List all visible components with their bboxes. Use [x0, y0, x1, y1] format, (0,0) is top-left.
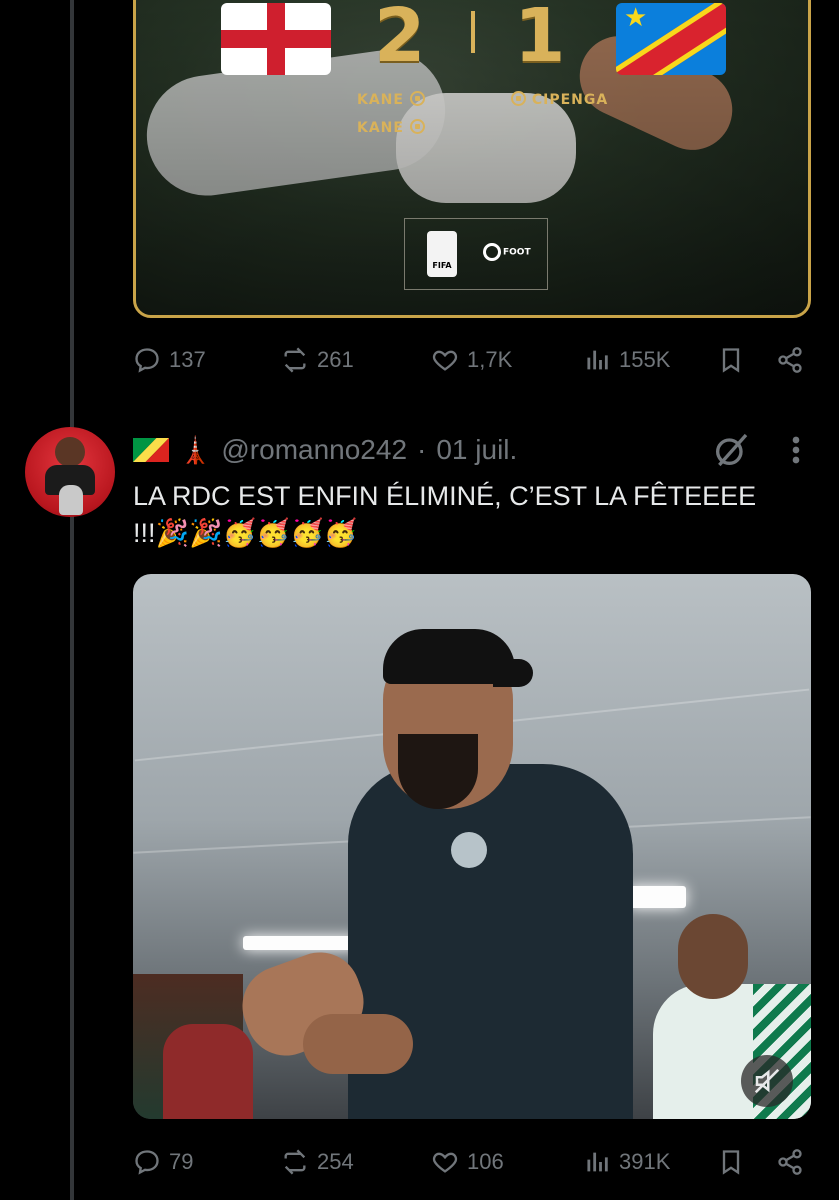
views-button[interactable]: 155K — [583, 346, 670, 374]
thread-line — [70, 0, 74, 1200]
bookmark-icon — [722, 1150, 740, 1175]
retweet-icon — [284, 1149, 306, 1175]
england-flag — [221, 3, 331, 75]
tweet2-actions: 79 254 106 391K — [133, 1142, 811, 1182]
soccer-ball-icon — [409, 91, 425, 106]
tower-icon: 🗼 — [179, 434, 212, 465]
away-scorer: CIPENGA — [511, 91, 608, 108]
like-count: 106 — [467, 1149, 504, 1174]
views-count: 391K — [619, 1149, 671, 1174]
tweet1-actions: 137 261 1,7K 155K — [133, 340, 811, 380]
views-icon — [587, 1152, 608, 1172]
soccer-ball-icon — [409, 119, 425, 134]
views-icon — [587, 350, 608, 370]
retweet-count: 261 — [317, 347, 354, 372]
soccer-ball-icon — [511, 91, 526, 106]
fifa-logo: FIFA — [427, 231, 457, 277]
share-button[interactable] — [776, 1148, 804, 1176]
like-count: 1,7K — [467, 347, 513, 372]
match-score-image[interactable]: ★ 2 1 KANE KANE CIPENGA FIFA FOOT — [133, 0, 811, 318]
retweet-button[interactable]: 261 — [281, 346, 354, 374]
like-icon — [432, 1152, 458, 1173]
reply-count: 79 — [169, 1149, 194, 1174]
tweet2-header: 🗼 @romanno242 · 01 juil. — [133, 430, 517, 470]
bookmark-button[interactable] — [717, 1148, 745, 1176]
drc-flag: ★ — [616, 3, 726, 75]
share-icon — [778, 347, 802, 373]
tweet-video[interactable] — [133, 574, 811, 1119]
home-scorer: KANE — [357, 119, 425, 136]
share-button[interactable] — [776, 346, 804, 374]
retweet-button[interactable]: 254 — [281, 1148, 354, 1176]
separator-dot: · — [417, 434, 427, 465]
ceiling-light — [628, 886, 686, 908]
retweet-count: 254 — [317, 1149, 354, 1174]
retweet-icon — [284, 347, 306, 373]
reply-button[interactable]: 137 — [133, 346, 206, 374]
like-button[interactable]: 1,7K — [431, 346, 512, 374]
away-score: 1 — [514, 0, 566, 79]
reply-icon — [135, 348, 159, 373]
mute-icon — [754, 1068, 780, 1094]
trophy — [59, 485, 83, 515]
views-button[interactable]: 391K — [583, 1148, 670, 1176]
share-icon — [778, 1149, 802, 1175]
home-scorer: KANE — [357, 91, 425, 108]
ceiling-light — [243, 936, 358, 950]
reply-icon — [135, 1150, 159, 1175]
logo-box: FIFA FOOT — [404, 218, 548, 290]
home-score: 2 — [374, 0, 426, 79]
reply-count: 137 — [169, 347, 206, 372]
avatar[interactable] — [25, 427, 115, 517]
like-icon — [432, 350, 458, 371]
bookmark-icon — [722, 348, 740, 373]
score-separator — [471, 11, 475, 53]
tweet-text: LA RDC EST ENFIN ÉLIMINÉ, C’EST LA FÊTEE… — [133, 481, 757, 548]
congo-flag-icon — [133, 438, 169, 462]
like-button[interactable]: 106 — [431, 1148, 504, 1176]
more-icon[interactable] — [786, 430, 806, 470]
tweet-date[interactable]: 01 juil. — [436, 434, 517, 466]
user-handle[interactable]: @romanno242 — [221, 434, 407, 466]
views-count: 155K — [619, 347, 671, 372]
foot-logo: FOOT — [483, 243, 531, 261]
mute-button[interactable] — [741, 1055, 793, 1107]
reply-button[interactable]: 79 — [133, 1148, 193, 1176]
grok-icon[interactable] — [711, 430, 751, 470]
bookmark-button[interactable] — [717, 346, 745, 374]
cap — [383, 629, 533, 687]
